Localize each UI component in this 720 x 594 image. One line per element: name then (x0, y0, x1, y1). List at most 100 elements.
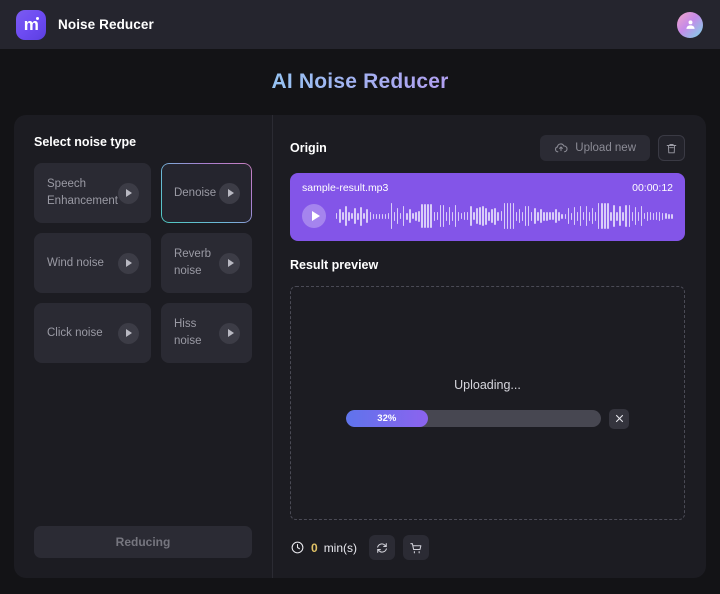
waveform-bar (412, 213, 414, 219)
waveform-bar (342, 212, 344, 220)
result-preview-title: Result preview (290, 258, 379, 272)
waveform-bar (393, 211, 396, 221)
waveform-bar (637, 211, 640, 221)
waveform-bar (384, 213, 387, 219)
waveform-bar (494, 207, 496, 225)
play-icon[interactable] (117, 322, 139, 344)
page-title: AI Noise Reducer (0, 70, 720, 94)
select-noise-type-title: Select noise type (34, 135, 137, 149)
waveform-bar (439, 205, 442, 227)
origin-audio-player[interactable]: sample-result.mp3 00:00:12 (290, 173, 685, 241)
waveform-bar (668, 213, 670, 219)
waveform-bar (396, 208, 399, 224)
waveform-bar (662, 212, 664, 220)
waveform-bar (476, 208, 478, 224)
waveform-bar (506, 203, 509, 229)
waveform-bar (634, 207, 637, 225)
waveform-bar (339, 209, 341, 223)
noise-card-hiss-noise[interactable]: Hiss noise (160, 303, 252, 363)
waveform-bar (613, 205, 615, 227)
noise-type-panel: Select noise type Speech Enhancement Den… (14, 115, 273, 578)
upload-progress-bar: 32% (346, 410, 601, 427)
waveform-bar (421, 204, 423, 228)
noise-card-reverb-noise[interactable]: Reverb noise (160, 233, 252, 293)
waveform-bar (387, 213, 390, 219)
waveform-bar (406, 212, 408, 220)
waveform-bar (576, 211, 579, 221)
brand: m Noise Reducer (16, 9, 154, 40)
waveform-bar (546, 211, 548, 221)
waveform-bar (433, 211, 435, 221)
waveform-bar (463, 212, 466, 220)
waveform-bar (594, 211, 597, 221)
top-header-bar: m Noise Reducer (0, 0, 720, 49)
player-play-icon[interactable] (302, 204, 326, 228)
waveform-bar (451, 211, 454, 221)
waveform-bar (409, 209, 411, 223)
waveform-bar (515, 211, 518, 221)
waveform-bar (543, 211, 545, 221)
waveform-bar (460, 213, 463, 219)
upload-new-label: Upload new (575, 142, 636, 154)
waveform-bar (604, 203, 606, 229)
duration-unit: min(s) (323, 540, 358, 555)
waveform-bar (436, 212, 438, 220)
footer-toolbar: 0 min(s) (290, 535, 685, 560)
audio-waveform[interactable] (336, 202, 673, 230)
noise-card-click-noise[interactable]: Click noise (34, 303, 151, 363)
close-icon (615, 414, 623, 423)
noise-card-label: Wind noise (47, 256, 104, 269)
play-icon[interactable] (117, 182, 139, 204)
noise-card-label: Denoise (173, 186, 217, 199)
waveform-bar (488, 211, 490, 221)
waveform-bar (582, 212, 585, 220)
waveform-bar (665, 213, 667, 219)
reducing-button[interactable]: Reducing (34, 526, 252, 558)
waveform-bar (479, 207, 481, 225)
noise-card-speech-enhancement[interactable]: Speech Enhancement (34, 163, 151, 223)
result-preview-box: Uploading... 32% (290, 286, 685, 520)
waveform-bar (540, 209, 542, 223)
duration-chip: 0 min(s) (290, 540, 361, 555)
waveform-bar (467, 212, 469, 220)
upload-progress-fill: 32% (346, 410, 428, 427)
waveform-bar (649, 212, 652, 220)
upload-new-button[interactable]: Upload new (540, 135, 650, 161)
waveform-bar (485, 207, 487, 225)
trash-icon (666, 143, 677, 153)
cart-button[interactable] (403, 535, 430, 560)
refresh-button[interactable] (369, 535, 396, 560)
play-icon[interactable] (219, 182, 240, 204)
waveform-bar (403, 206, 405, 226)
waveform-bar (503, 203, 506, 229)
waveform-bar (521, 211, 524, 221)
waveform-bar (473, 212, 475, 220)
waveform-bar (448, 207, 451, 225)
play-icon[interactable] (117, 252, 139, 274)
waveform-bar (375, 213, 378, 219)
waveform-bar (549, 212, 551, 220)
delete-origin-button[interactable] (658, 135, 685, 161)
noise-card-denoise[interactable]: Denoise (160, 163, 252, 223)
waveform-bar (558, 211, 560, 221)
waveform-bar (430, 204, 432, 228)
user-avatar-icon[interactable] (677, 11, 703, 38)
cancel-upload-button[interactable] (609, 408, 629, 429)
waveform-bar (509, 203, 512, 229)
cloud-upload-icon (555, 143, 568, 153)
uploading-status-text: Uploading... (454, 377, 521, 392)
waveform-bar (390, 203, 393, 229)
waveform-bar (497, 211, 499, 221)
refresh-icon (377, 542, 387, 553)
noise-card-wind-noise[interactable]: Wind noise (34, 233, 151, 293)
waveform-bar (470, 206, 472, 226)
noise-card-label: Click noise (47, 326, 103, 339)
waveform-bar (369, 212, 371, 220)
waveform-bar (354, 208, 356, 224)
waveform-bar (378, 213, 381, 219)
noise-card-label: Reverb noise (173, 248, 212, 277)
waveform-bar (643, 213, 646, 219)
play-icon[interactable] (219, 322, 240, 344)
play-icon[interactable] (219, 252, 240, 274)
player-controls-row (302, 202, 673, 230)
